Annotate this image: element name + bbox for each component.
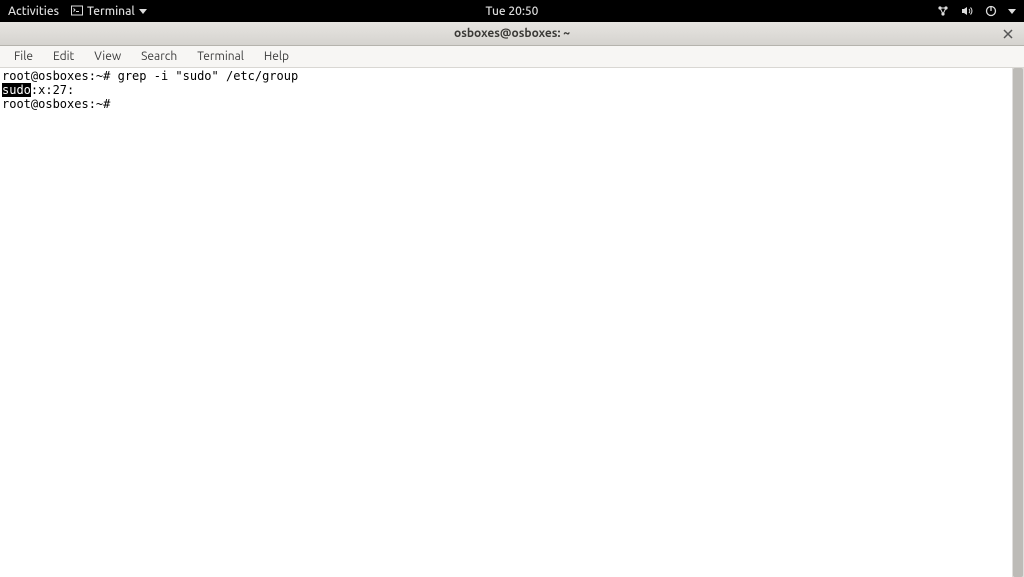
terminal[interactable]: root@osboxes:~# grep -i "sudo" /etc/grou… [0,68,1012,577]
power-icon[interactable] [984,4,998,18]
top-bar-right [936,4,1016,18]
network-icon[interactable] [936,4,950,18]
scrollbar-thumb[interactable] [1013,68,1023,577]
terminal-container: root@osboxes:~# grep -i "sudo" /etc/grou… [0,68,1024,577]
scrollbar[interactable] [1012,68,1024,577]
menu-search[interactable]: Search [133,48,185,65]
window-title: osboxes@osboxes: ~ [454,27,570,40]
window-titlebar: osboxes@osboxes: ~ [0,22,1024,46]
system-menu-chevron-icon[interactable] [1008,9,1016,14]
prompt: root@osboxes:~# [2,69,118,83]
menu-file[interactable]: File [6,48,41,65]
volume-icon[interactable] [960,4,974,18]
menu-edit[interactable]: Edit [45,48,82,65]
terminal-app-icon [71,5,83,17]
close-button[interactable] [1000,26,1016,42]
top-bar-left: Activities Terminal [8,5,147,18]
prompt: root@osboxes:~# [2,97,118,111]
clock[interactable]: Tue 20:50 [486,5,539,18]
output-text: :x:27: [31,83,74,97]
chevron-down-icon [139,9,147,14]
menu-help[interactable]: Help [256,48,297,65]
gnome-top-bar: Activities Terminal Tue 20:50 [0,0,1024,22]
menu-view[interactable]: View [86,48,129,65]
command-text: grep -i "sudo" /etc/group [118,69,299,83]
activities-button[interactable]: Activities [8,5,59,18]
grep-match-highlight: sudo [2,83,31,97]
app-menu-button[interactable]: Terminal [71,5,147,18]
app-menu-label: Terminal [87,5,135,18]
menu-terminal[interactable]: Terminal [189,48,252,65]
menubar: File Edit View Search Terminal Help [0,46,1024,68]
